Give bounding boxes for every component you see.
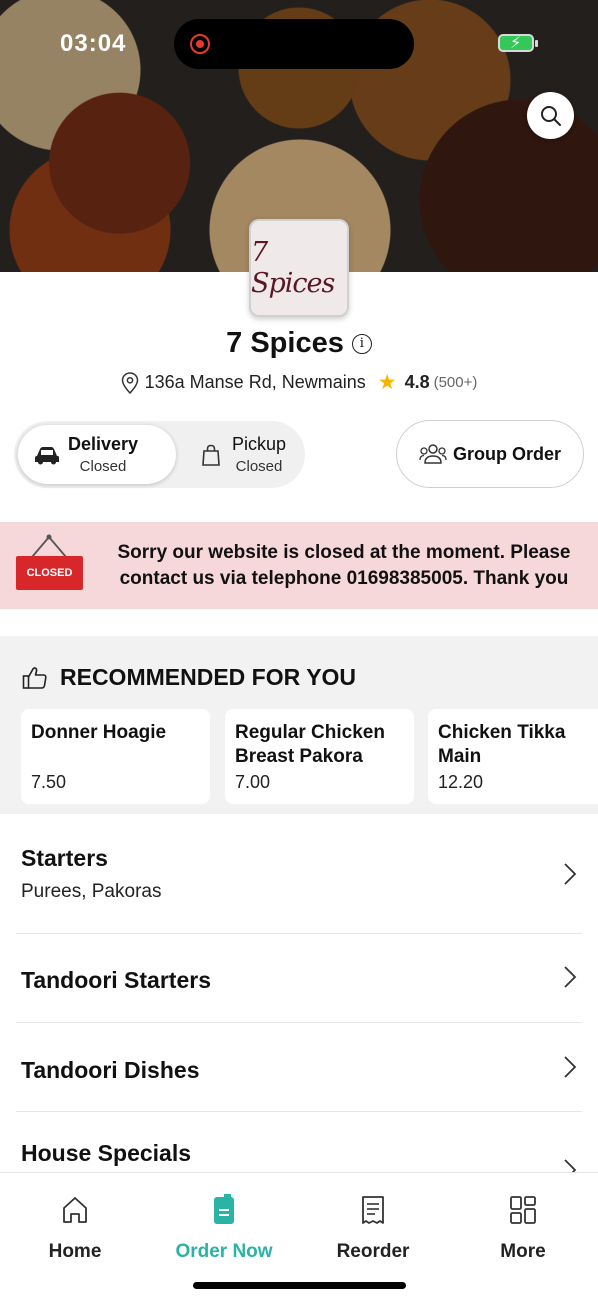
home-icon (63, 1197, 87, 1223)
bottom-nav: Home Order Now Reorder More (0, 1172, 598, 1300)
restaurant-name: 7 Spices i (0, 327, 598, 360)
nav-order-now[interactable]: Order Now (164, 1193, 284, 1263)
rating-value: 4.8 (404, 372, 430, 392)
closed-message: Sorry our website is closed at the momen… (117, 541, 571, 589)
category-house-specials[interactable]: House Specials (0, 1112, 598, 1172)
closed-sign-icon: CLOSED (16, 534, 83, 598)
recommended-title: RECOMMENDED FOR YOU (22, 664, 356, 691)
order-menu-icon (214, 1194, 234, 1224)
address-row: 136a Manse Rd, Newmains ★ 4.8 (500+) (0, 370, 598, 395)
search-icon (540, 105, 561, 126)
closed-sign-text: CLOSED (16, 555, 83, 590)
recommended-item-price: 7.50 (31, 772, 67, 792)
recommended-card[interactable]: Donner Hoagie 7.50 (21, 709, 210, 804)
dynamic-island (174, 19, 414, 69)
battery-icon: ⚡ (498, 34, 538, 52)
recording-icon (190, 34, 210, 54)
pickup-status: Closed (235, 458, 283, 475)
chevron-right-icon (564, 1159, 577, 1172)
category-tandoori-dishes[interactable]: Tandoori Dishes (0, 1023, 598, 1111)
category-tandoori-starters[interactable]: Tandoori Starters (0, 934, 598, 1022)
nav-home[interactable]: Home (15, 1193, 135, 1263)
nav-reorder-label: Reorder (336, 1241, 410, 1262)
chevron-right-icon (564, 1056, 577, 1078)
category-title: Tandoori Starters (21, 967, 211, 993)
delivery-label: Delivery (68, 434, 139, 454)
category-title: House Specials (21, 1140, 192, 1166)
star-icon: ★ (377, 371, 397, 394)
nav-more[interactable]: More (463, 1193, 583, 1263)
recommended-item-price: 7.00 (235, 772, 271, 792)
nav-reorder[interactable]: Reorder (313, 1193, 433, 1263)
receipt-icon (362, 1196, 384, 1224)
thumbs-up-icon (22, 666, 47, 689)
group-icon (419, 444, 447, 464)
home-indicator (193, 1282, 406, 1289)
recommended-item-name: Donner Hoagie (31, 722, 167, 743)
status-time: 03:04 (60, 30, 127, 57)
recommended-card[interactable]: Chicken Tikka Main 12.20 (428, 709, 598, 804)
shopping-bag-icon (202, 444, 220, 466)
category-title: Starters (21, 845, 108, 871)
chevron-right-icon (564, 863, 577, 885)
group-order-label: Group Order (452, 443, 561, 464)
delivery-pickup-toggle: Delivery Closed Pickup Closed (14, 421, 305, 488)
recommended-title-text: RECOMMENDED FOR YOU (60, 664, 357, 690)
delivery-status: Closed (79, 458, 127, 475)
rating-count: (500+) (433, 374, 478, 391)
restaurant-logo: 7 Spices (249, 219, 349, 317)
group-order-button[interactable]: Group Order (396, 420, 584, 488)
car-icon (35, 446, 59, 464)
nav-home-label: Home (48, 1241, 102, 1262)
recommended-card[interactable]: Regular Chicken Breast Pakora 7.00 (225, 709, 414, 804)
address-text: 136a Manse Rd, Newmains (144, 372, 366, 392)
grid-icon (510, 1196, 536, 1224)
location-pin-icon (121, 371, 138, 394)
category-starters[interactable]: Starters Purees, Pakoras (0, 814, 598, 934)
recommended-item-price: 12.20 (438, 772, 484, 792)
delivery-option[interactable]: Delivery Closed (18, 425, 176, 484)
nav-order-now-label: Order Now (175, 1241, 273, 1262)
pickup-label: Pickup (232, 434, 287, 454)
search-button[interactable] (527, 92, 574, 139)
recommended-item-name: Chicken Tikka Main (438, 722, 566, 767)
restaurant-name-text: 7 Spices (226, 327, 344, 359)
closed-banner: CLOSED Sorry our website is closed at th… (0, 522, 598, 609)
recommended-section: RECOMMENDED FOR YOU Donner Hoagie 7.50 R… (0, 636, 598, 814)
recommended-item-name: Regular Chicken Breast Pakora (235, 722, 385, 767)
category-subtitle: Purees, Pakoras (21, 881, 162, 902)
category-title: Tandoori Dishes (21, 1057, 200, 1083)
chevron-right-icon (564, 966, 577, 988)
pickup-option[interactable]: Pickup Closed (184, 425, 302, 484)
info-icon[interactable]: i (351, 334, 372, 354)
nav-more-label: More (500, 1241, 546, 1262)
